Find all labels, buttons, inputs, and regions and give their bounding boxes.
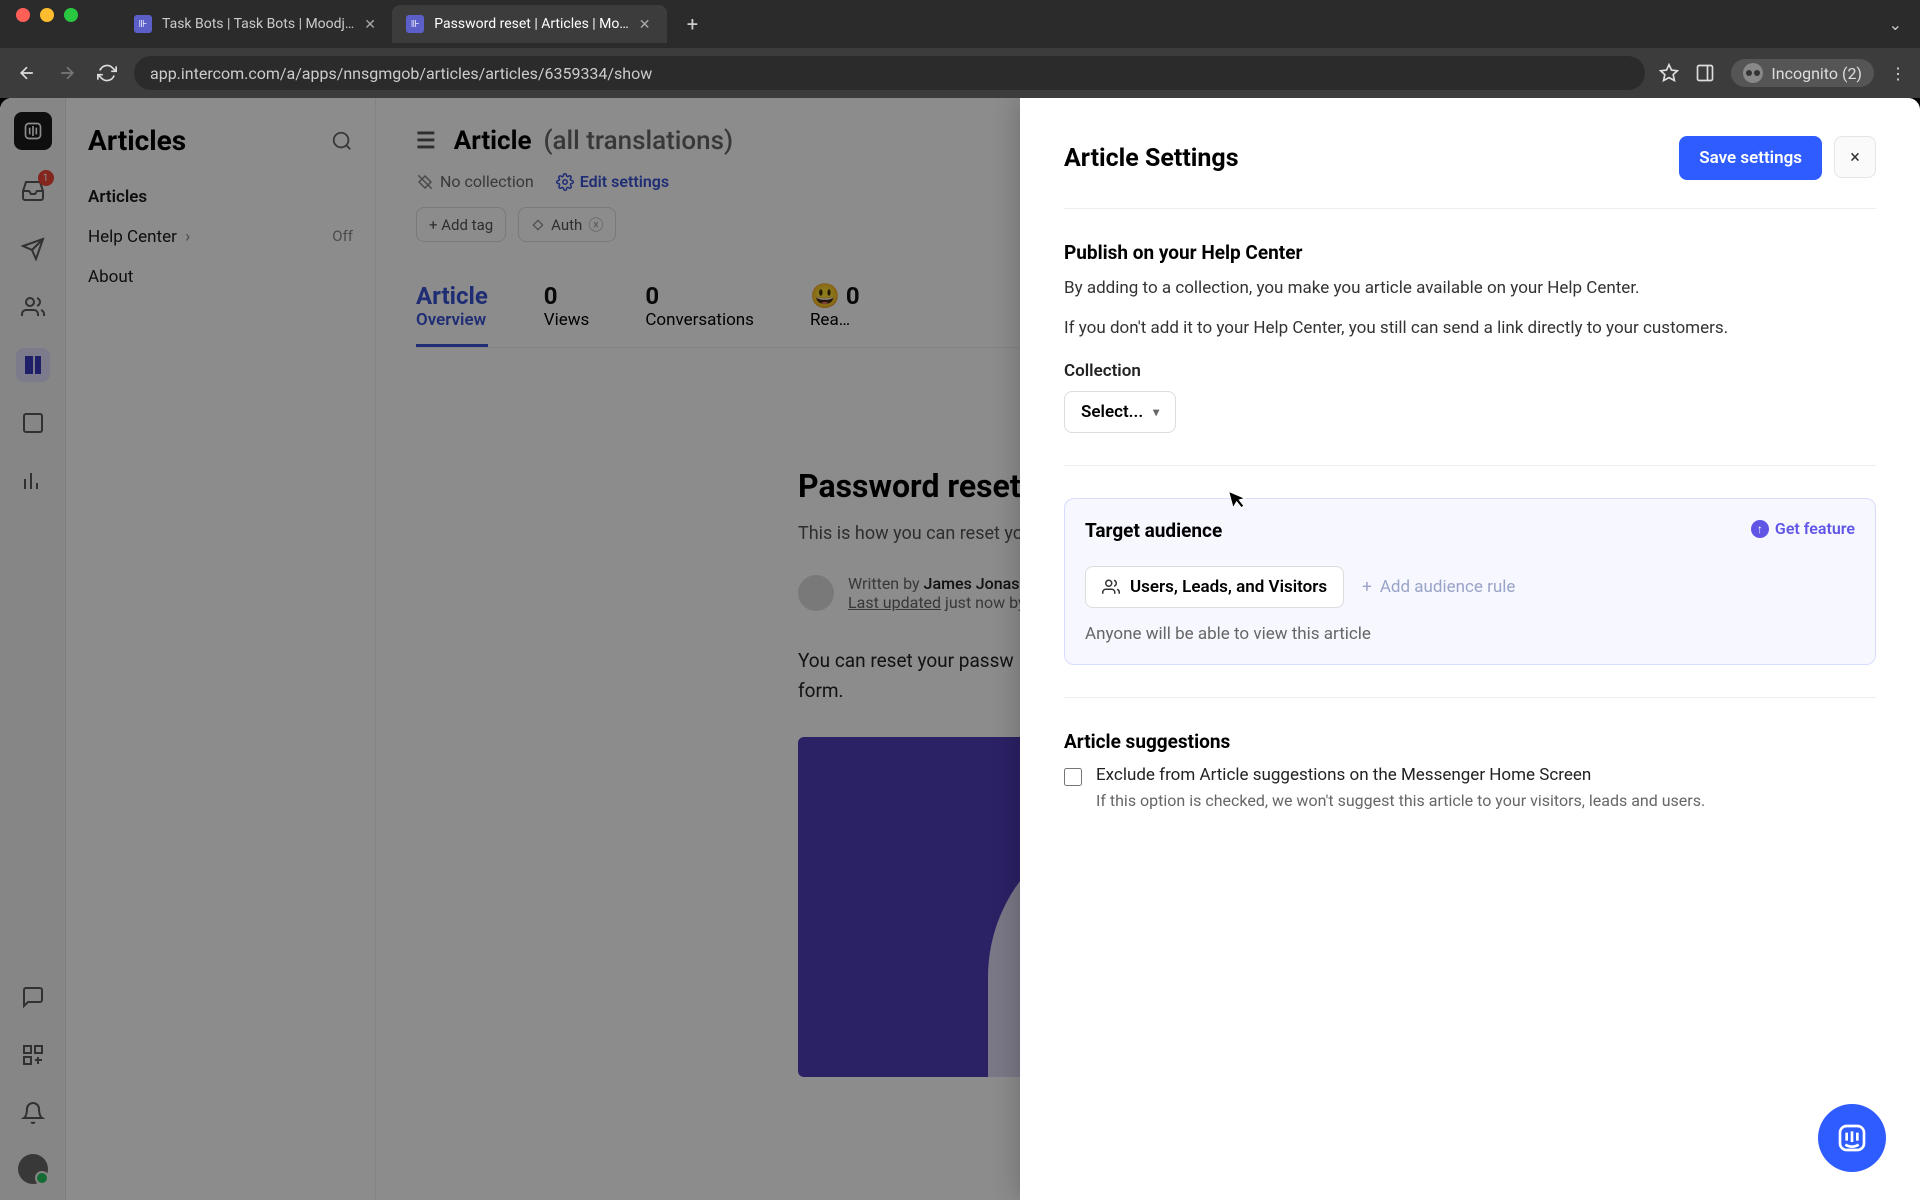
window-controls bbox=[16, 8, 78, 22]
minimize-window-icon[interactable] bbox=[40, 8, 54, 22]
publish-heading: Publish on your Help Center bbox=[1064, 241, 1876, 264]
incognito-icon bbox=[1743, 63, 1763, 83]
forward-button[interactable] bbox=[54, 60, 80, 86]
article-settings-panel: Article Settings Save settings × Publish… bbox=[1020, 98, 1920, 1200]
browser-tab-active[interactable]: ⊪ Password reset | Articles | Mo… ✕ bbox=[392, 5, 666, 43]
plus-icon: + bbox=[1362, 577, 1372, 597]
favicon-icon: ⊪ bbox=[134, 15, 152, 33]
users-icon bbox=[1102, 578, 1120, 596]
kebab-menu-icon[interactable]: ⋮ bbox=[1890, 64, 1906, 83]
select-placeholder: Select... bbox=[1081, 402, 1143, 422]
arrow-up-circle-icon: ↑ bbox=[1751, 520, 1769, 538]
incognito-indicator[interactable]: Incognito (2) bbox=[1731, 59, 1874, 87]
url-text: app.intercom.com/a/apps/nnsgmgob/article… bbox=[150, 64, 652, 83]
chevron-down-icon[interactable]: ⌄ bbox=[1889, 15, 1902, 34]
favicon-icon: ⊪ bbox=[406, 15, 424, 33]
checkbox-help: If this option is checked, we won't sugg… bbox=[1096, 791, 1705, 810]
publish-text-2: If you don't add it to your Help Center,… bbox=[1064, 316, 1876, 342]
add-audience-rule-button[interactable]: + Add audience rule bbox=[1362, 577, 1515, 597]
add-audience-label: Add audience rule bbox=[1380, 577, 1516, 597]
audience-chip[interactable]: Users, Leads, and Visitors bbox=[1085, 566, 1344, 608]
chevron-down-icon: ▾ bbox=[1153, 405, 1159, 419]
audience-chip-label: Users, Leads, and Visitors bbox=[1130, 577, 1327, 597]
bookmark-icon[interactable] bbox=[1659, 63, 1679, 83]
audience-note: Anyone will be able to view this article bbox=[1085, 624, 1855, 644]
collection-select[interactable]: Select... ▾ bbox=[1064, 391, 1176, 433]
back-button[interactable] bbox=[14, 60, 40, 86]
maximize-window-icon[interactable] bbox=[64, 8, 78, 22]
app-shell: 1 A bbox=[0, 98, 1920, 1200]
audience-heading: Target audience bbox=[1085, 519, 1222, 542]
close-icon[interactable]: ✕ bbox=[639, 17, 653, 31]
suggestions-heading: Article suggestions bbox=[1064, 730, 1876, 753]
url-field[interactable]: app.intercom.com/a/apps/nnsgmgob/article… bbox=[134, 56, 1645, 90]
exclude-suggestions-checkbox[interactable] bbox=[1064, 768, 1082, 786]
browser-tab-bar: ⊪ Task Bots | Task Bots | Moodj… ✕ ⊪ Pas… bbox=[0, 0, 1920, 48]
tab-title: Password reset | Articles | Mo… bbox=[434, 16, 628, 32]
checkbox-label: Exclude from Article suggestions on the … bbox=[1096, 765, 1705, 785]
get-feature-link[interactable]: ↑ Get feature bbox=[1751, 519, 1855, 538]
close-panel-button[interactable]: × bbox=[1834, 136, 1876, 178]
browser-tab[interactable]: ⊪ Task Bots | Task Bots | Moodj… ✕ bbox=[120, 5, 392, 43]
save-settings-button[interactable]: Save settings bbox=[1679, 136, 1822, 180]
publish-text-1: By adding to a collection, you make you … bbox=[1064, 276, 1876, 302]
collection-label: Collection bbox=[1064, 361, 1876, 381]
publish-section: Publish on your Help Center By adding to… bbox=[1064, 241, 1876, 466]
get-feature-label: Get feature bbox=[1775, 519, 1855, 538]
close-icon[interactable]: ✕ bbox=[364, 17, 378, 31]
reload-button[interactable] bbox=[94, 60, 120, 86]
panel-title: Article Settings bbox=[1064, 144, 1239, 173]
new-tab-button[interactable]: + bbox=[677, 8, 708, 40]
audience-section: Target audience ↑ Get feature Users, Lea… bbox=[1064, 498, 1876, 698]
incognito-label: Incognito (2) bbox=[1771, 64, 1862, 83]
suggestions-section: Article suggestions Exclude from Article… bbox=[1064, 730, 1876, 842]
panel-icon[interactable] bbox=[1695, 63, 1715, 83]
tab-title: Task Bots | Task Bots | Moodj… bbox=[162, 16, 354, 32]
messenger-fab[interactable] bbox=[1818, 1104, 1886, 1172]
address-bar: app.intercom.com/a/apps/nnsgmgob/article… bbox=[0, 48, 1920, 98]
close-window-icon[interactable] bbox=[16, 8, 30, 22]
